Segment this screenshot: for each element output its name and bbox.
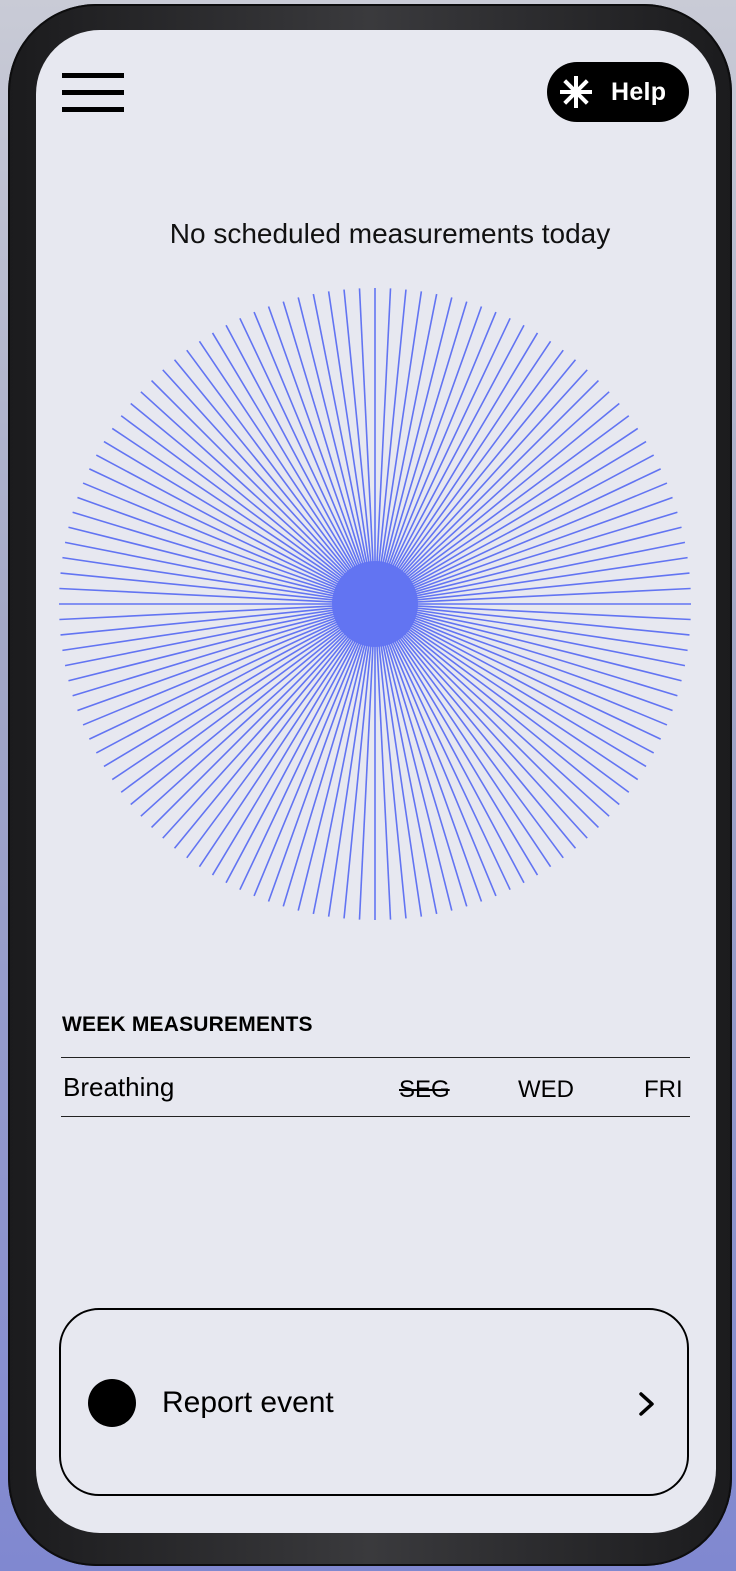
radial-ray (312, 293, 374, 593)
measurement-name: Breathing (63, 1072, 175, 1102)
radial-ray (376, 293, 438, 593)
app-screen: Help No scheduled measurements today WEE… (36, 30, 716, 1533)
week-measurements-title: WEEK MEASUREMENTS (62, 1013, 313, 1036)
report-dot-icon (88, 1379, 136, 1427)
day-wed[interactable]: WED (518, 1076, 574, 1104)
radial-ray (377, 301, 468, 593)
radial-ray (386, 605, 686, 667)
radial-burst-graphic (59, 288, 691, 920)
measurement-row: Breathing SEG WED FRI (61, 1058, 690, 1116)
radial-ray (386, 511, 678, 602)
radial-ray (376, 615, 438, 915)
radial-ray (282, 301, 373, 593)
chevron-right-icon (639, 1392, 654, 1416)
day-seg[interactable]: SEG (399, 1076, 450, 1104)
radial-ray (386, 541, 686, 603)
radial-ray (72, 606, 364, 697)
radial-ray (282, 615, 373, 907)
radial-center-dot (332, 561, 418, 647)
report-event-label: Report event (162, 1386, 334, 1419)
day-fri[interactable]: FRI (644, 1076, 683, 1104)
report-event-button[interactable]: Report event (59, 1308, 689, 1496)
radial-ray (64, 605, 364, 667)
radial-ray (72, 511, 364, 602)
radial-ray (386, 606, 678, 697)
divider-bottom (61, 1116, 690, 1117)
radial-ray (377, 615, 468, 907)
radial-ray (312, 615, 374, 915)
radial-ray (64, 541, 364, 603)
